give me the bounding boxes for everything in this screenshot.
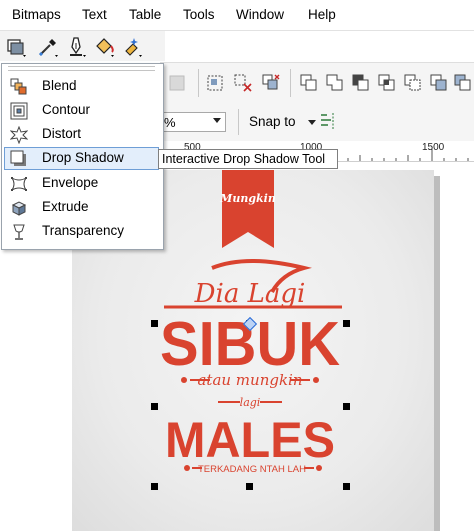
disabled-tool-icon <box>169 75 185 91</box>
opacity-value: % <box>164 115 176 130</box>
interactive-tools-flyout: Blend Contour Distort Drop Shadow Envelo… <box>1 63 164 250</box>
small-line: atau mungkin <box>197 371 302 389</box>
menu-text[interactable]: Text <box>82 7 107 22</box>
front-minus-back-icon[interactable] <box>428 72 450 94</box>
drop-shadow-icon <box>10 150 26 166</box>
extrude-icon <box>11 201 27 216</box>
flyout-item-label: Extrude <box>42 199 89 214</box>
envelope-icon <box>11 177 27 191</box>
property-bar-row-1 <box>160 62 474 104</box>
page-shadow <box>434 176 440 531</box>
ungroup-icon[interactable] <box>232 72 254 94</box>
back-minus-front-icon[interactable] <box>452 72 474 94</box>
trim-icon[interactable] <box>350 72 372 94</box>
ribbon-text: Mungkin <box>219 192 276 205</box>
property-bar-row-2: % Snap to <box>160 103 474 142</box>
contour-icon <box>10 102 28 120</box>
smart-fill-icon[interactable] <box>120 35 144 59</box>
eyedropper-icon[interactable] <box>36 35 60 59</box>
intersect-icon[interactable] <box>376 72 398 94</box>
flyout-item-label: Transparency <box>42 223 125 238</box>
alignment-guides-icon[interactable] <box>318 111 338 131</box>
flyout-item-envelope[interactable]: Envelope <box>4 172 159 195</box>
selection-handle-bottom-middle[interactable] <box>246 483 253 490</box>
group-icon[interactable] <box>204 72 226 94</box>
tooltip: Interactive Drop Shadow Tool <box>158 149 338 169</box>
opacity-combo[interactable]: % <box>160 112 226 132</box>
menu-bar: Bitmaps Text Table Tools Window Help <box>0 0 474 31</box>
big-line-2: MALES <box>165 412 335 468</box>
menu-table[interactable]: Table <box>129 7 161 22</box>
lagi-text: lagi <box>240 396 261 409</box>
interactive-tools-icon[interactable] <box>4 35 28 59</box>
selection-handle-bottom-left[interactable] <box>151 483 158 490</box>
distort-icon <box>10 126 28 144</box>
flyout-item-blend[interactable]: Blend <box>4 75 159 98</box>
blend-icon <box>10 78 27 95</box>
selection-handle-top-right[interactable] <box>343 320 350 327</box>
selection-handle-bottom-right[interactable] <box>343 483 350 490</box>
combine-icon[interactable] <box>298 72 320 94</box>
menu-window[interactable]: Window <box>236 7 284 22</box>
flyout-item-extrude[interactable]: Extrude <box>4 196 159 219</box>
menu-bitmaps[interactable]: Bitmaps <box>12 7 61 22</box>
menu-help[interactable]: Help <box>308 7 336 22</box>
selection-handle-middle-left[interactable] <box>151 403 158 410</box>
flyout-item-contour[interactable]: Contour <box>4 99 159 122</box>
selection-handle-top-left[interactable] <box>151 320 158 327</box>
flyout-item-label: Drop Shadow <box>42 150 124 165</box>
ungroup-all-icon[interactable] <box>260 72 282 94</box>
bottom-line: TERKADANG NTAH LAH <box>198 464 306 475</box>
flyout-item-drop-shadow[interactable]: Drop Shadow <box>4 147 159 170</box>
ruler-label-1500: 1500 <box>422 142 445 153</box>
flyout-grip[interactable] <box>8 66 155 71</box>
snap-to-button[interactable]: Snap to <box>249 114 296 129</box>
chevron-down-icon[interactable] <box>213 118 221 123</box>
script-line: Dia Lagi <box>194 279 306 309</box>
flyout-item-label: Distort <box>42 126 82 141</box>
ribbon-shape <box>222 170 274 248</box>
flyout-item-label: Contour <box>42 102 91 117</box>
flyout-item-transparency[interactable]: Transparency <box>4 220 159 243</box>
toolbox-row <box>0 31 165 61</box>
selection-handle-middle-right[interactable] <box>343 403 350 410</box>
fill-bucket-icon[interactable] <box>92 35 116 59</box>
menu-tools[interactable]: Tools <box>183 7 215 22</box>
chevron-down-icon[interactable] <box>308 120 316 125</box>
flyout-item-label: Blend <box>42 78 77 93</box>
simplify-icon[interactable] <box>402 72 424 94</box>
flyout-item-distort[interactable]: Distort <box>4 123 159 146</box>
outline-pen-icon[interactable] <box>64 35 88 59</box>
weld-icon[interactable] <box>324 72 346 94</box>
transparency-icon <box>13 224 25 240</box>
flyout-item-label: Envelope <box>42 175 99 190</box>
